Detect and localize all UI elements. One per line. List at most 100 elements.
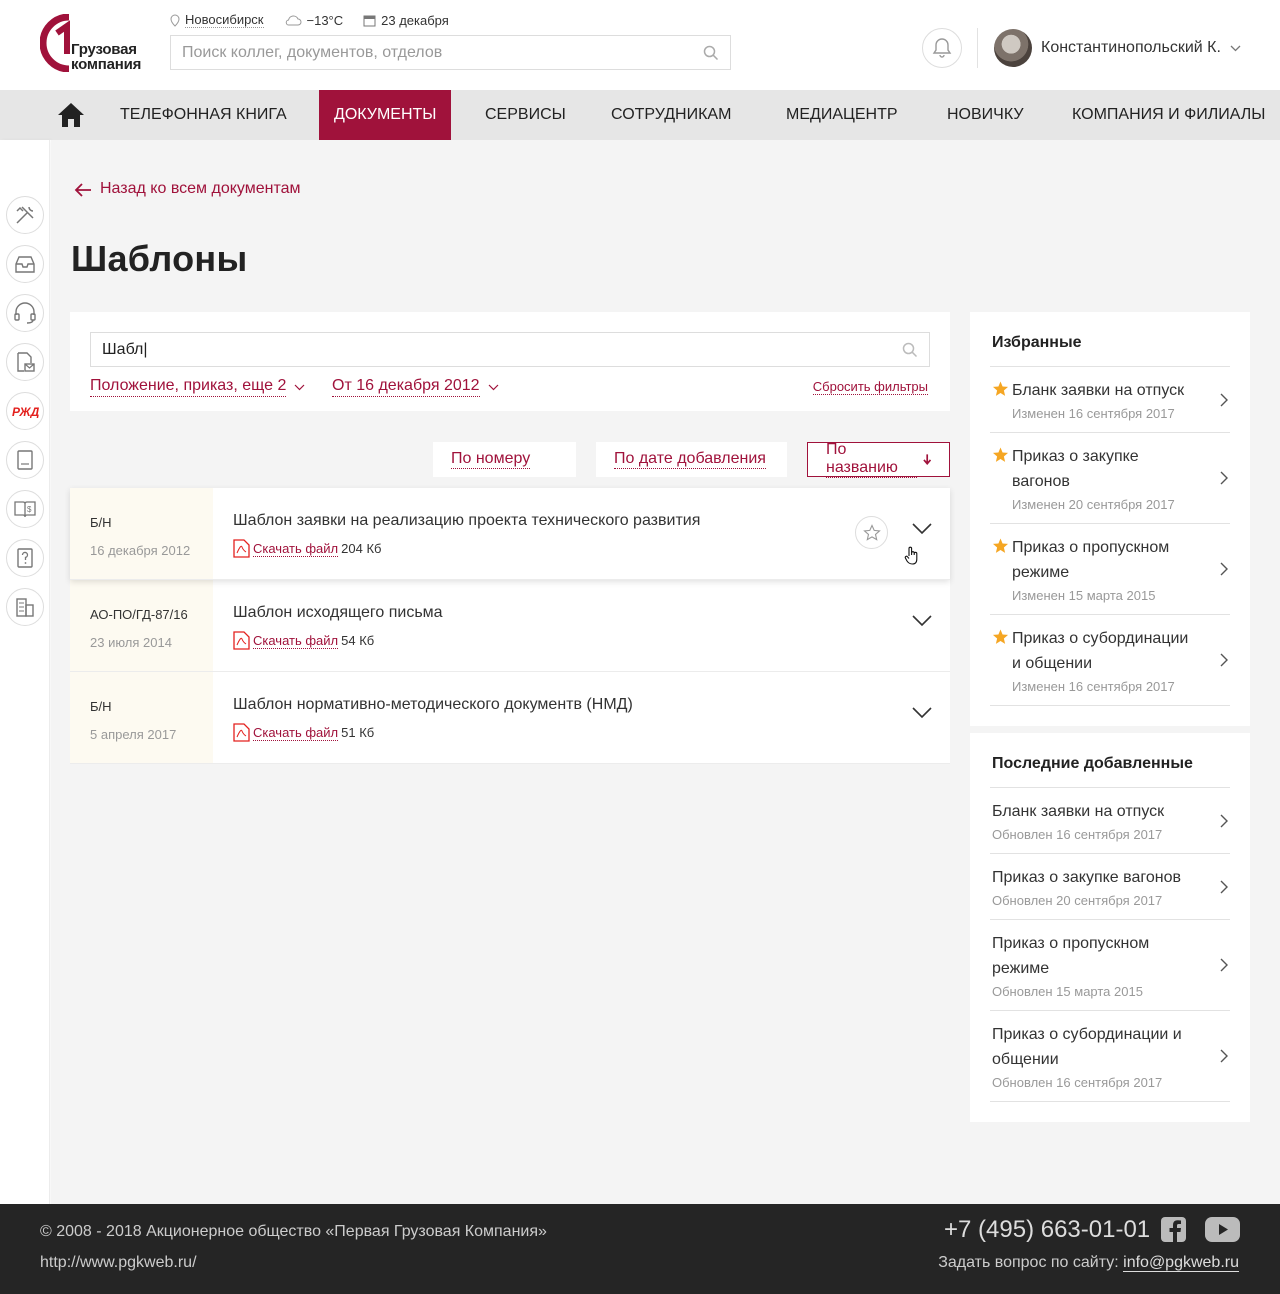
- chevron-right-icon[interactable]: [1220, 880, 1228, 894]
- download-link[interactable]: Скачать файл: [253, 725, 339, 741]
- rail-faq-button[interactable]: [6, 539, 44, 577]
- reset-filters-link[interactable]: Сбросить фильтры: [812, 379, 928, 395]
- document-title[interactable]: Шаблон нормативно-методического документ…: [233, 696, 950, 714]
- recent-item-date: Обновлен 15 марта 2015: [992, 984, 1143, 999]
- favorite-item-title[interactable]: Приказ о пропускном режиме: [1012, 535, 1200, 585]
- recent-item-title[interactable]: Бланк заявки на отпуск: [992, 799, 1200, 824]
- sort-by-date-button[interactable]: По дате добавления: [596, 442, 787, 477]
- date-filter-dropdown[interactable]: От 16 декабря 2012: [332, 377, 499, 397]
- star-filled-icon[interactable]: [992, 538, 1009, 554]
- youtube-play-glyph: [1219, 1224, 1228, 1235]
- user-name[interactable]: Константинопольский К.: [1041, 39, 1221, 57]
- recent-item-date: Обновлен 16 сентября 2017: [992, 1075, 1163, 1090]
- recent-item[interactable]: Бланк заявки на отпуск Обновлен 16 сентя…: [990, 788, 1230, 854]
- arrow-down-icon: [922, 454, 931, 465]
- sort-by-number-button[interactable]: По номеру: [433, 442, 576, 477]
- city-name[interactable]: Новосибирск: [185, 12, 264, 28]
- feedback-email-link[interactable]: info@pgkweb.ru: [1123, 1254, 1239, 1272]
- star-filled-icon[interactable]: [992, 629, 1009, 645]
- chevron-right-icon[interactable]: [1220, 1049, 1228, 1063]
- nav-item-employees[interactable]: Сотрудникам: [611, 90, 731, 140]
- recent-item[interactable]: Приказ о пропускном режиме Обновлен 15 м…: [990, 920, 1230, 1011]
- favorite-item-date: Изменен 20 сентября 2017: [1012, 497, 1175, 512]
- rail-finance-button[interactable]: $: [6, 490, 44, 528]
- current-date: 23 декабря: [363, 13, 449, 28]
- document-title[interactable]: Шаблон исходящего письма: [233, 604, 950, 622]
- home-icon[interactable]: [57, 102, 85, 128]
- type-filter-dropdown[interactable]: Положение, приказ, еще 2: [90, 377, 305, 397]
- search-icon[interactable]: [902, 342, 918, 358]
- favorite-item[interactable]: Приказ о закупке вагонов Изменен 20 сент…: [990, 433, 1230, 524]
- chevron-right-icon[interactable]: [1220, 393, 1228, 407]
- nav-item-documents[interactable]: Документы: [319, 90, 452, 140]
- phone-number[interactable]: +7 (495) 663-01-01: [944, 1216, 1150, 1244]
- favorite-item-title[interactable]: Приказ о субординации и общении: [1012, 626, 1200, 676]
- document-search[interactable]: [90, 332, 930, 367]
- youtube-icon[interactable]: [1205, 1217, 1240, 1242]
- nav-item-services[interactable]: Сервисы: [485, 90, 566, 140]
- star-filled-icon[interactable]: [992, 381, 1009, 397]
- global-search[interactable]: [170, 35, 731, 70]
- rail-mail-docs-button[interactable]: [6, 343, 44, 381]
- facebook-icon[interactable]: [1161, 1217, 1186, 1242]
- avatar[interactable]: [994, 29, 1032, 67]
- document-title[interactable]: Шаблон заявки на реализацию проекта техн…: [233, 512, 950, 530]
- favorites-title: Избранные: [990, 332, 1230, 367]
- rail-support-button[interactable]: [6, 294, 44, 332]
- document-body: Шаблон исходящего письма Скачать файл 54…: [213, 580, 950, 671]
- recent-item[interactable]: Приказ о субординации и общении Обновлен…: [990, 1011, 1230, 1102]
- favorite-item-title[interactable]: Бланк заявки на отпуск: [1012, 378, 1200, 403]
- inbox-icon: [15, 256, 35, 273]
- favorite-item[interactable]: Бланк заявки на отпуск Изменен 16 сентяб…: [990, 367, 1230, 433]
- chevron-right-icon[interactable]: [1220, 814, 1228, 828]
- rail-buildings-button[interactable]: [6, 588, 44, 626]
- site-link[interactable]: http://www.pgkweb.ru/: [40, 1254, 197, 1272]
- star-filled-icon[interactable]: [992, 447, 1009, 463]
- chevron-right-icon[interactable]: [1220, 653, 1228, 667]
- recent-item[interactable]: Приказ о закупке вагонов Обновлен 20 сен…: [990, 854, 1230, 920]
- back-link[interactable]: Назад ко всем документам: [74, 180, 301, 199]
- favorite-item[interactable]: Приказ о субординации и общении Изменен …: [990, 615, 1230, 706]
- type-filter-label[interactable]: Положение, приказ, еще 2: [90, 377, 287, 397]
- chevron-down-icon[interactable]: [912, 523, 932, 535]
- rail-book-button[interactable]: [6, 441, 44, 479]
- date-filter-label[interactable]: От 16 декабря 2012: [332, 377, 480, 397]
- search-icon[interactable]: [703, 45, 719, 61]
- nav-item-phonebook[interactable]: Телефонная книга: [120, 90, 287, 140]
- nav-item-company[interactable]: Компания и филиалы: [1072, 90, 1265, 140]
- favorite-item[interactable]: Приказ о пропускном режиме Изменен 15 ма…: [990, 524, 1230, 615]
- user-menu[interactable]: Константинопольский К.: [994, 29, 1241, 67]
- chevron-down-icon[interactable]: [912, 615, 932, 627]
- chevron-right-icon[interactable]: [1220, 471, 1228, 485]
- download-link[interactable]: Скачать файл: [253, 633, 339, 649]
- nav-item-newcomer[interactable]: Новичку: [947, 90, 1024, 140]
- sort-by-name-button[interactable]: По названию: [807, 441, 950, 478]
- document-row[interactable]: Б/Н 16 декабря 2012 Шаблон заявки на реа…: [70, 488, 950, 580]
- pdf-file-icon: [233, 631, 250, 650]
- chevron-down-icon[interactable]: [912, 707, 932, 719]
- rail-inbox-button[interactable]: [6, 245, 44, 283]
- back-link-label[interactable]: Назад ко всем документам: [100, 180, 301, 199]
- document-search-input[interactable]: [91, 333, 929, 366]
- download-link[interactable]: Скачать файл: [253, 541, 339, 557]
- recent-item-title[interactable]: Приказ о пропускном режиме: [992, 931, 1200, 981]
- company-logo[interactable]: Грузовая компания: [39, 13, 145, 73]
- document-row[interactable]: АО-ПО/ГД-87/16 23 июля 2014 Шаблон исход…: [70, 580, 950, 672]
- document-row[interactable]: Б/Н 5 апреля 2017 Шаблон нормативно-мето…: [70, 672, 950, 764]
- chevron-right-icon[interactable]: [1220, 958, 1228, 972]
- global-search-input[interactable]: [171, 36, 730, 69]
- chevron-right-icon[interactable]: [1220, 562, 1228, 576]
- notifications-button[interactable]: [922, 28, 962, 68]
- nav-item-media-center[interactable]: Медиацентр: [786, 90, 898, 140]
- recent-item-title[interactable]: Приказ о закупке вагонов: [992, 865, 1200, 890]
- rail-tools-button[interactable]: [6, 196, 44, 234]
- rail-rzd-button[interactable]: РЖД: [6, 392, 44, 430]
- star-outline-icon: [862, 523, 881, 541]
- chevron-down-icon[interactable]: [1230, 45, 1241, 52]
- favorite-button[interactable]: [855, 516, 888, 549]
- bell-icon: [932, 38, 952, 58]
- recent-item-title[interactable]: Приказ о субординации и общении: [992, 1022, 1200, 1072]
- document-list: Б/Н 16 декабря 2012 Шаблон заявки на реа…: [70, 488, 950, 764]
- favorite-item-title[interactable]: Приказ о закупке вагонов: [1012, 444, 1200, 494]
- city-selector[interactable]: Новосибирск: [170, 12, 264, 28]
